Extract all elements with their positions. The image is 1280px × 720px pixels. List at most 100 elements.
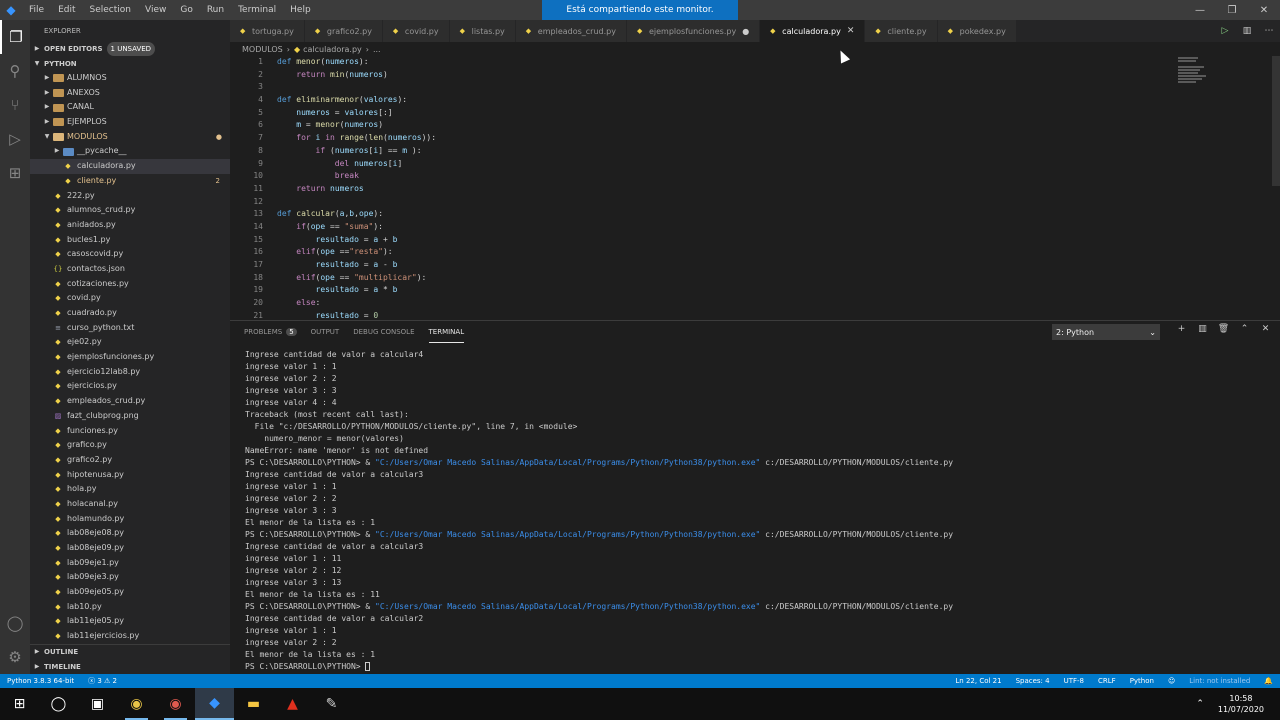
file-item[interactable]: ◆ covid.py — [30, 291, 230, 306]
tab-cliente[interactable]: ◆ cliente.py — [865, 20, 938, 42]
close-panel-icon[interactable]: ✕ — [1255, 324, 1276, 340]
file-item[interactable]: ◆ eje02.py — [30, 335, 230, 350]
tab-output[interactable]: OUTPUT — [311, 321, 340, 343]
accounts-icon[interactable]: ◯ — [0, 606, 30, 640]
encoding[interactable]: UTF-8 — [1057, 677, 1091, 685]
file-item[interactable]: ◆ cuadrado.py — [30, 306, 230, 321]
file-item[interactable]: ◆ lab09eje05.py — [30, 585, 230, 600]
outline-section[interactable]: ▶ OUTLINE — [30, 645, 230, 659]
split-editor-icon[interactable]: ▥ — [1236, 26, 1258, 36]
tab-ejemplosfunciones[interactable]: ◆ ejemplosfunciones.py ● — [626, 20, 761, 42]
file-item[interactable]: ◆ lab08eje09.py — [30, 541, 230, 556]
open-editors-section[interactable]: ▶ OPEN EDITORS 1 UNSAVED — [30, 42, 230, 56]
indentation[interactable]: Spaces: 4 — [1009, 677, 1057, 685]
file-item[interactable]: ▨ fazt_clubprog.png — [30, 409, 230, 424]
file-item[interactable]: ◆ lab10.py — [30, 600, 230, 615]
file-item[interactable]: ◆ lab08eje08.py — [30, 526, 230, 541]
workspace-section[interactable]: ▼ PYTHON — [30, 57, 230, 71]
file-item[interactable]: ◆ lab09eje1.py — [30, 556, 230, 571]
chrome-profile-icon[interactable]: ◉ — [156, 688, 195, 720]
file-item[interactable]: ◆ hipotenusa.py — [30, 468, 230, 483]
close-window-button[interactable]: ✕ — [1248, 0, 1280, 20]
file-item[interactable]: ◆ lab11eje05.py — [30, 614, 230, 629]
terminal-select-dropdown[interactable]: 2: Python ⌄ — [1052, 324, 1160, 340]
minimize-button[interactable]: — — [1184, 0, 1216, 20]
file-item[interactable]: ◆ holacanal.py — [30, 497, 230, 512]
file-item[interactable]: ◆ cotizaciones.py — [30, 277, 230, 292]
file-explorer-icon[interactable]: ▬ — [234, 688, 273, 720]
kill-terminal-icon[interactable]: 🗑 — [1213, 324, 1234, 340]
source-control-icon[interactable]: ⑂ — [0, 88, 30, 122]
unsaved-dot-icon[interactable]: ● — [742, 27, 749, 36]
breadcrumb-file[interactable]: calculadora.py — [303, 45, 362, 54]
tab-grafico2[interactable]: ◆ grafico2.py — [304, 20, 383, 42]
file-item[interactable]: ◆ funciones.py — [30, 424, 230, 439]
run-debug-icon[interactable]: ▷ — [0, 122, 30, 156]
settings-gear-icon[interactable]: ⚙ — [0, 640, 30, 674]
menu-help[interactable]: Help — [283, 5, 318, 15]
notifications-bell-icon[interactable]: 🔔 — [1257, 677, 1280, 685]
windows-start-icon[interactable]: ⊞ — [0, 688, 39, 720]
menu-file[interactable]: File — [22, 5, 51, 15]
cursor-position[interactable]: Ln 22, Col 21 — [948, 677, 1008, 685]
cortana-search-icon[interactable]: ◯ — [39, 688, 78, 720]
file-item[interactable]: ◆ grafico2.py — [30, 453, 230, 468]
feedback-icon[interactable]: ☺ — [1161, 677, 1182, 685]
tab-empleados-crud[interactable]: ◆ empleados_crud.py — [515, 20, 627, 42]
lint-status[interactable]: Lint: not installed — [1182, 677, 1257, 685]
file-item[interactable]: ◆ 222.py — [30, 189, 230, 204]
folder-pycache[interactable]: ▶ __pycache__ — [30, 144, 230, 159]
tab-debug-console[interactable]: DEBUG CONSOLE — [353, 321, 414, 343]
vscode-taskbar-icon[interactable]: ◆ — [195, 688, 234, 720]
file-cliente[interactable]: ◆ cliente.py 2 — [30, 174, 230, 189]
editor-scrollbar[interactable] — [1272, 56, 1280, 186]
python-idle-icon[interactable]: ✎ — [312, 688, 351, 720]
close-tab-icon[interactable]: ✕ — [847, 26, 855, 36]
file-item[interactable]: {} contactos.json — [30, 262, 230, 277]
file-item[interactable]: ◆ lab11ejercicios.py — [30, 629, 230, 644]
file-item[interactable]: ≡ curso_python.txt — [30, 321, 230, 336]
file-item[interactable]: ◆ holamundo.py — [30, 512, 230, 527]
chrome-icon[interactable]: ◉ — [117, 688, 156, 720]
minimap[interactable] — [1178, 56, 1268, 96]
file-item[interactable]: ◆ empleados_crud.py — [30, 394, 230, 409]
menu-edit[interactable]: Edit — [51, 5, 82, 15]
menu-selection[interactable]: Selection — [83, 5, 138, 15]
maximize-button[interactable]: ❐ — [1216, 0, 1248, 20]
file-item[interactable]: ◆ casoscovid.py — [30, 247, 230, 262]
file-calculadora[interactable]: ◆ calculadora.py — [30, 159, 230, 174]
acrobat-icon[interactable]: ▲ — [273, 688, 312, 720]
end-of-line[interactable]: CRLF — [1091, 677, 1123, 685]
file-item[interactable]: ◆ anidados.py — [30, 218, 230, 233]
file-item[interactable]: ◆ ejemplosfunciones.py — [30, 350, 230, 365]
timeline-section[interactable]: ▶ TIMELINE — [30, 660, 230, 674]
file-item[interactable]: ◆ alumnos_crud.py — [30, 203, 230, 218]
menu-terminal[interactable]: Terminal — [231, 5, 283, 15]
file-item[interactable]: ◆ ejercicios.py — [30, 379, 230, 394]
tab-pokedex[interactable]: ◆ pokedex.py — [937, 20, 1017, 42]
menu-run[interactable]: Run — [200, 5, 231, 15]
more-actions-icon[interactable]: ⋯ — [1258, 26, 1280, 36]
folder-modulos[interactable]: ▼ MODULOS ● — [30, 130, 230, 145]
code-editor[interactable]: 1 def menor(numeros): 2 return min(numero… — [230, 56, 1280, 320]
tab-covid[interactable]: ◆ covid.py — [382, 20, 450, 42]
folder-ejemplos[interactable]: ▶ EJEMPLOS — [30, 115, 230, 130]
python-interpreter[interactable]: Python 3.8.3 64-bit — [0, 677, 81, 685]
folder-alumnos[interactable]: ▶ ALUMNOS — [30, 71, 230, 86]
folder-canal[interactable]: ▶ CANAL — [30, 100, 230, 115]
task-view-icon[interactable]: ▣ — [78, 688, 117, 720]
menu-go[interactable]: Go — [173, 5, 199, 15]
language-mode[interactable]: Python — [1123, 677, 1161, 685]
clock[interactable]: 10:58 11/07/2020 — [1210, 693, 1280, 715]
tab-listas[interactable]: ◆ listas.py — [449, 20, 516, 42]
file-item[interactable]: ◆ hola.py — [30, 482, 230, 497]
tray-overflow-icon[interactable]: ⌃ — [1190, 699, 1210, 709]
problems-indicator[interactable]: ⓧ 3 ⚠ 2 — [81, 676, 124, 686]
file-item[interactable]: ◆ ejercicio12lab8.py — [30, 365, 230, 380]
breadcrumb-symbol[interactable]: ... — [373, 45, 381, 54]
tab-problems[interactable]: PROBLEMS 5 — [244, 321, 297, 343]
menu-view[interactable]: View — [138, 5, 173, 15]
file-item[interactable]: ◆ grafico.py — [30, 438, 230, 453]
run-file-icon[interactable]: ▷ — [1214, 26, 1236, 36]
explorer-icon[interactable]: ❐ — [0, 20, 30, 54]
